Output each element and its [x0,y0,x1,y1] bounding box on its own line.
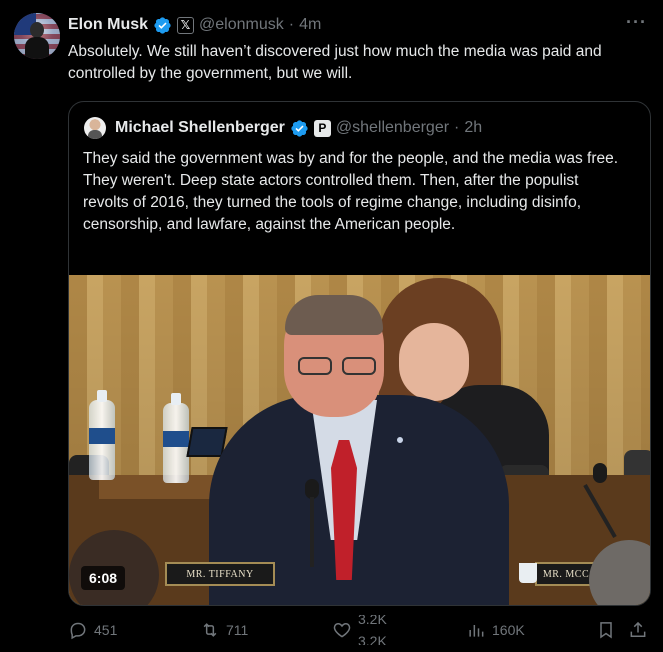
bookmark-icon [600,622,612,639]
like-count: 3.2K [358,615,387,627]
bottle-label [163,431,189,447]
reply-count: 451 [94,622,118,638]
video-nameplate-left: MR. TIFFANY [165,562,275,586]
bottle-cap [171,393,181,405]
author-name[interactable]: Elon Musk [68,16,148,34]
video-microphone-stem [310,497,314,567]
repost-icon [203,623,217,637]
quote-verified-badge-icon [291,119,308,137]
share-icon [630,621,646,637]
views-chart-icon [469,625,484,637]
view-count: 160K [492,622,525,638]
tweet-header: Elon Musk 𝕏 @elonmusk · 4m [68,14,321,36]
share-button[interactable] [628,615,648,645]
video-microphone-head-right [593,463,607,483]
bottle-label [89,428,115,444]
tweet-text: Absolutely. We still haven’t discovered … [68,43,602,82]
quote-timestamp: 2h [464,119,483,136]
video-woman-face [399,323,469,401]
glasses-lens-right [342,357,376,375]
video-duration-badge: 6:08 [81,566,126,590]
quote-author-avatar [84,117,106,139]
header-separator: · [288,16,295,33]
quote-text: They said the government was by and for … [83,150,619,233]
video-man-glasses [294,357,384,377]
repost-button[interactable]: 711 [200,615,248,645]
quote-author-handle: @shellenberger [335,119,450,136]
reply-icon [70,622,86,640]
author-handle[interactable]: @elonmusk [199,16,284,34]
x-affiliate-badge-icon: 𝕏 [177,16,195,34]
quote-header: Michael Shellenberger P @shellenberger ·… [84,117,482,139]
video-man-hair [285,295,383,335]
video-nameplate-right: MR. MCC [535,562,597,586]
author-avatar[interactable] [14,13,60,59]
bookmark-button[interactable] [596,615,616,645]
bottle-cap [97,390,107,402]
repost-count: 711 [226,622,249,638]
verified-badge-icon [154,16,171,34]
avatar-figure-body [25,37,49,59]
tweet-action-bar: 451 711 3.2K 3.2K 160K [68,615,651,645]
tweet-timestamp[interactable]: 4m [299,16,321,34]
views-button[interactable]: 160K [466,615,525,645]
like-count-next: 3.2K [358,633,387,645]
publication-badge-icon: P [313,119,331,137]
like-count-ticker: 3.2K 3.2K [358,615,398,645]
video-water-bottle [89,390,115,480]
video-microphone-head [305,479,319,499]
more-options-icon[interactable]: ··· [626,12,647,33]
quote-header-separator: · [454,119,460,136]
video-player[interactable]: MR. TIFFANY MR. MCC 6:08 [69,275,650,605]
reply-button[interactable]: 451 [68,615,117,645]
avatar-figure-head [30,22,44,38]
like-button[interactable]: 3.2K 3.2K [332,615,398,645]
video-water-bottle [163,393,189,483]
quoted-tweet-card[interactable]: Michael Shellenberger P @shellenberger ·… [68,101,651,606]
video-cup [519,563,537,583]
quote-author-name: Michael Shellenberger [115,119,285,136]
heart-icon [333,622,351,638]
glasses-lens-left [298,357,332,375]
video-lapel-pin [395,435,405,445]
